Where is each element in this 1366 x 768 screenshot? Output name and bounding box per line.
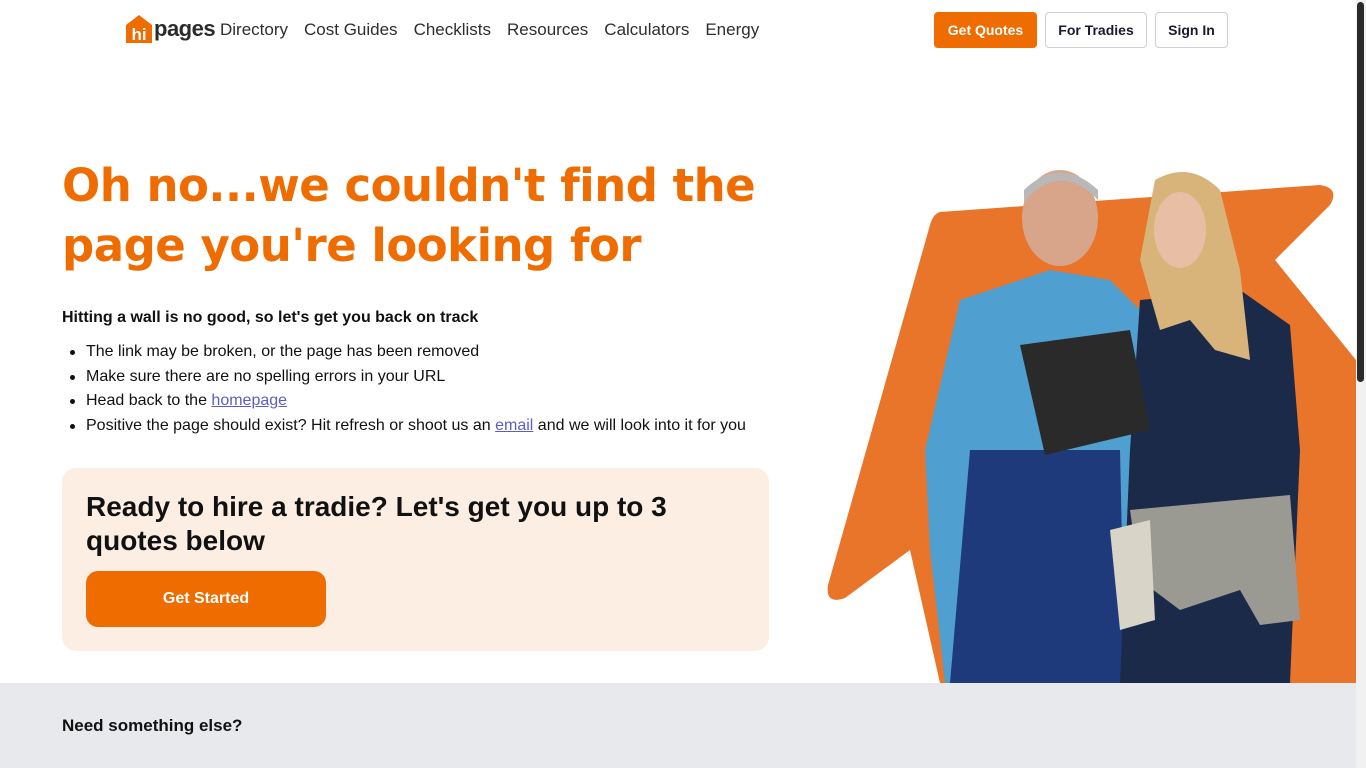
tip-text: Positive the page should exist? Hit refr… xyxy=(86,416,496,434)
logo-house-icon: hi xyxy=(125,14,153,44)
cta-title: Ready to hire a tradie? Let's get you up… xyxy=(86,491,667,556)
hire-tradie-card: Ready to hire a tradie? Let's get you up… xyxy=(62,468,769,651)
nav-directory[interactable]: Directory xyxy=(220,19,288,41)
sign-in-button[interactable]: Sign In xyxy=(1155,12,1228,48)
nav-energy[interactable]: Energy xyxy=(705,19,759,41)
hipages-logo[interactable]: hi pages xyxy=(125,12,216,44)
subheading: Hitting a wall is no good, so let's get … xyxy=(62,309,479,326)
main-nav: Directory Cost Guides Checklists Resourc… xyxy=(220,19,759,41)
woman-figure xyxy=(1120,290,1300,683)
tip-text: Head back to the xyxy=(86,392,212,409)
hero-tradies-image xyxy=(820,150,1356,683)
email-link[interactable]: email xyxy=(495,417,533,434)
footer-section: Need something else? xyxy=(0,683,1356,768)
list-item: Make sure there are no spelling errors i… xyxy=(70,365,806,390)
list-item: Positive the page should exist? Hit refr… xyxy=(70,414,806,439)
tip-text: Make sure there are no spelling errors i… xyxy=(86,367,446,385)
help-tips-list: The link may be broken, or the page has … xyxy=(70,340,806,439)
logo-wordmark: pages xyxy=(154,16,216,41)
for-tradies-button[interactable]: For Tradies xyxy=(1045,12,1147,48)
nav-cost-guides[interactable]: Cost Guides xyxy=(304,19,398,41)
site-header: hi pages Directory Cost Guides Checklist… xyxy=(0,0,1356,62)
scrollbar-thumb[interactable] xyxy=(1357,2,1364,382)
tip-text: and we will look into it for you xyxy=(533,416,746,434)
nav-resources[interactable]: Resources xyxy=(507,19,588,41)
page-title: Oh no...we couldn't find the page you're… xyxy=(62,159,756,272)
vertical-scrollbar[interactable] xyxy=(1356,0,1366,768)
footer-heading: Need something else? xyxy=(62,716,243,735)
get-started-button[interactable]: Get Started xyxy=(86,571,326,627)
tip-text: The link may be broken, or the page has … xyxy=(86,343,480,360)
list-item: The link may be broken, or the page has … xyxy=(70,340,806,365)
svg-text:hi: hi xyxy=(131,25,146,44)
homepage-link[interactable]: homepage xyxy=(211,392,287,409)
get-quotes-button[interactable]: Get Quotes xyxy=(934,12,1037,48)
nav-checklists[interactable]: Checklists xyxy=(414,19,491,41)
list-item: Head back to the homepage xyxy=(70,389,806,414)
nav-calculators[interactable]: Calculators xyxy=(604,19,689,41)
